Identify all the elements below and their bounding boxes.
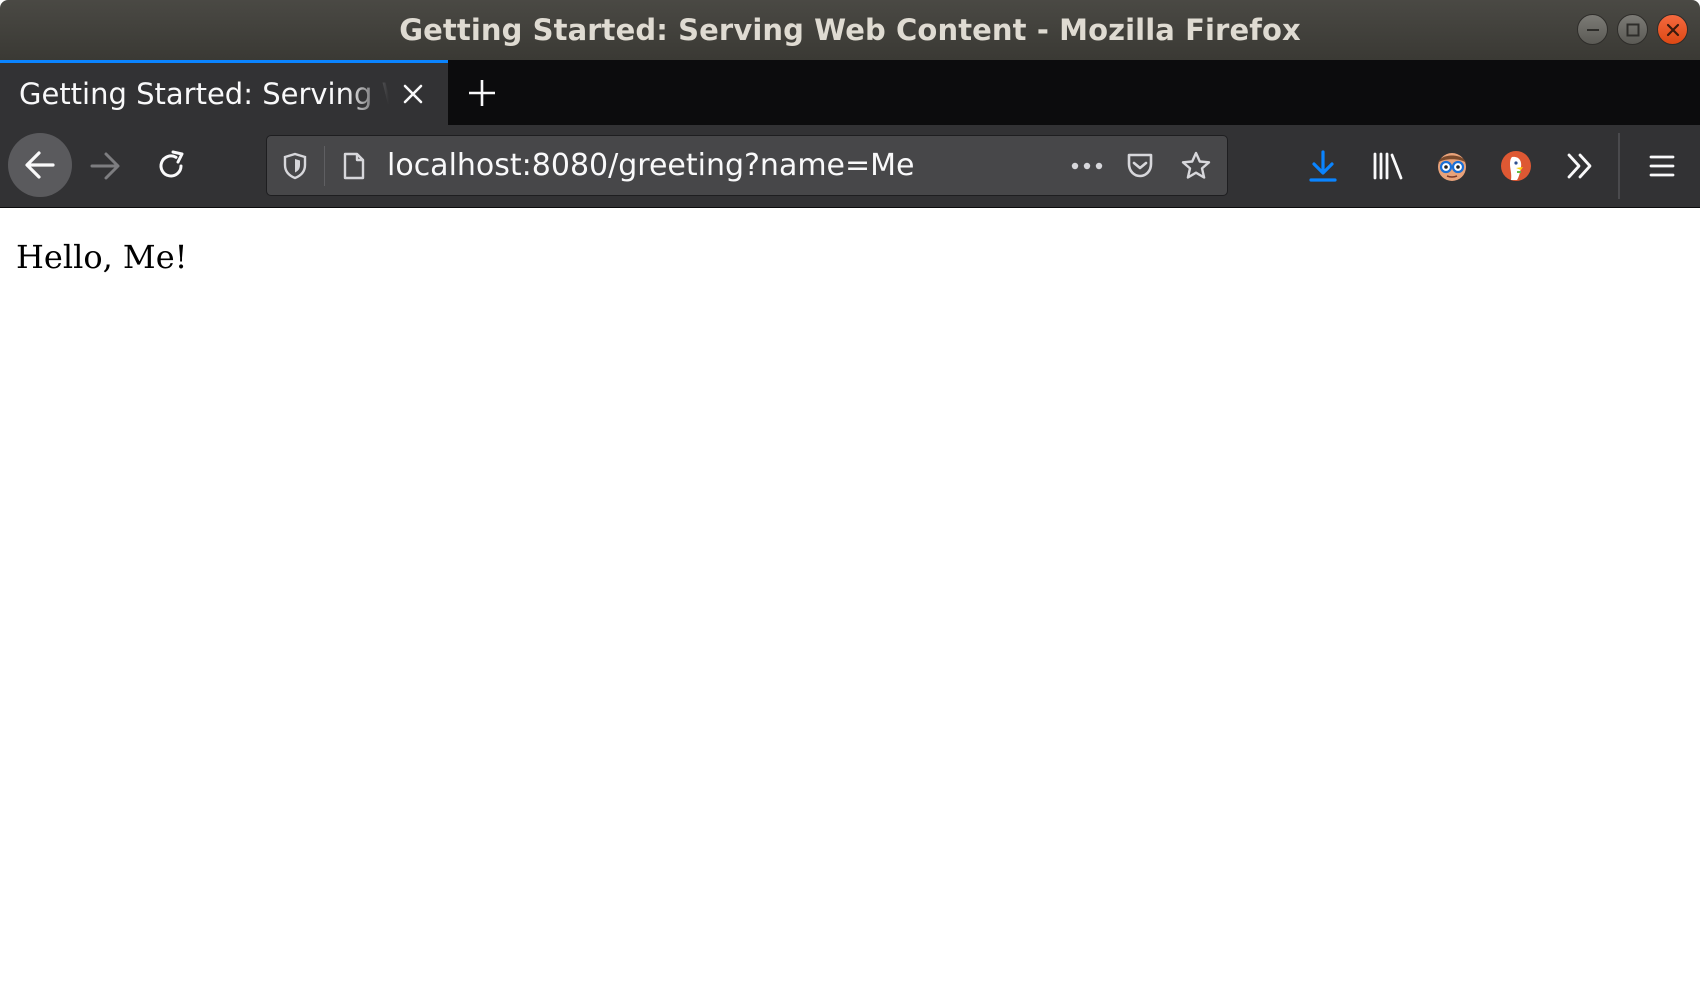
page-actions-button[interactable] [1067,150,1107,182]
tracking-protection-button[interactable] [279,150,311,182]
close-icon [403,84,423,104]
reload-button[interactable] [148,143,194,189]
download-icon [1309,150,1337,182]
window-controls [1577,14,1688,45]
reload-icon [159,150,184,178]
close-window-button[interactable] [1657,14,1688,45]
maximize-icon [1626,23,1639,36]
tab-strip: Getting Started: Serving Web Content [0,60,1700,125]
url-text[interactable]: localhost:8080/greeting?name=Me [387,147,915,185]
star-icon [1181,151,1211,179]
pocket-icon [1127,153,1153,178]
back-button[interactable] [8,133,72,197]
duckduckgo-icon [1501,151,1531,181]
maximize-button[interactable] [1617,14,1648,45]
tab-active[interactable]: Getting Started: Serving Web Content [0,60,448,125]
more-dots-icon [1071,162,1103,170]
greeting-text: Hello, Me! [16,238,188,276]
duckduckgo-button[interactable] [1493,143,1539,189]
shield-icon [283,152,307,180]
minimize-button[interactable] [1577,14,1608,45]
url-separator [324,146,325,186]
minimize-icon [1586,28,1599,31]
window-titlebar: Getting Started: Serving Web Content - M… [0,0,1700,60]
arrow-left-icon [25,151,55,179]
downloads-button[interactable] [1300,143,1346,189]
extension-button-1[interactable] [1429,143,1475,189]
url-bar[interactable]: localhost:8080/greeting?name=Me [266,135,1228,196]
overflow-menu-button[interactable] [1557,143,1603,189]
tab-label: Getting Started: Serving Web Content [19,77,389,111]
main-menu-button[interactable] [1639,143,1685,189]
library-button[interactable] [1365,143,1411,189]
bookmark-star-button[interactable] [1178,148,1214,184]
forward-button[interactable] [82,143,128,189]
close-icon [1666,23,1679,36]
library-icon [1373,152,1403,180]
navigation-toolbar: localhost:8080/greeting?name=Me [0,125,1700,208]
plus-icon [469,80,495,106]
tab-close-button[interactable] [398,79,428,109]
page-content: Hello, Me! [0,208,1700,1002]
arrow-right-icon [90,152,120,180]
toolbar-separator [1618,133,1620,199]
window-title: Getting Started: Serving Web Content - M… [399,13,1301,47]
page-icon [343,152,365,180]
new-tab-button[interactable] [462,73,502,113]
chevron-double-right-icon [1567,153,1592,179]
extension-nerd-icon [1438,153,1466,181]
hamburger-menu-icon [1649,155,1675,177]
site-info-button[interactable] [338,150,370,182]
pocket-button[interactable] [1122,148,1158,184]
